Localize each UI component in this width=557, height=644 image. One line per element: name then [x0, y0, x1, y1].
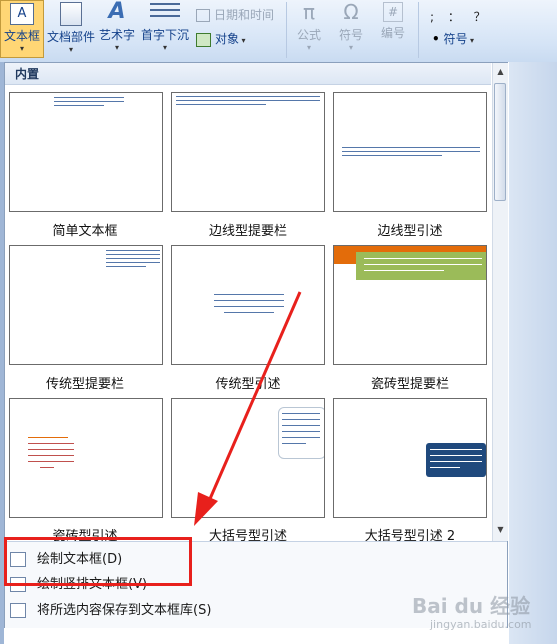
annotation-highlight-box: [4, 537, 192, 586]
watermark-brand: Bai du 经验: [412, 594, 531, 618]
watermark-url: jingyan.baidu.com: [430, 618, 532, 631]
